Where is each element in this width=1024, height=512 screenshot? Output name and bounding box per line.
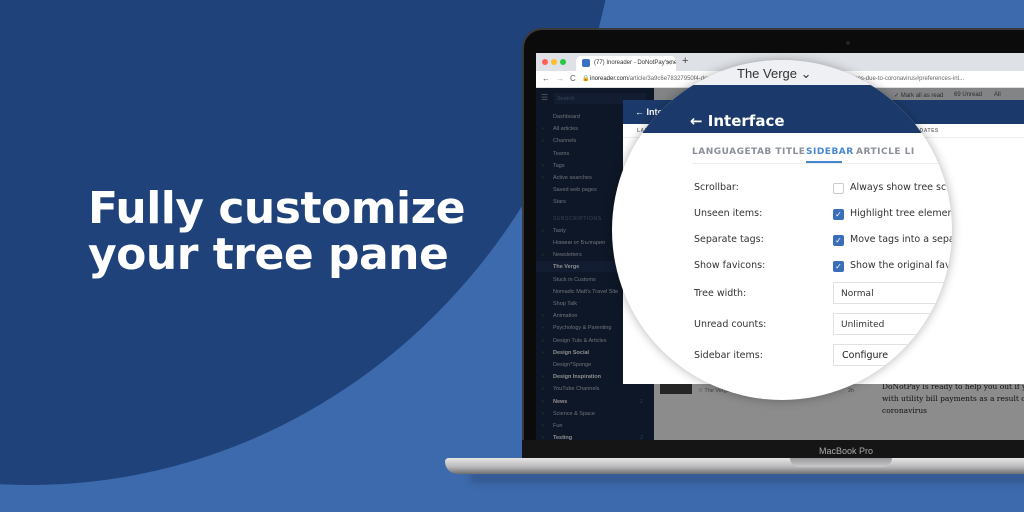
tab-sidebar[interactable]: SIDEBAR: [806, 147, 854, 157]
setting-label: Tree width:: [694, 288, 747, 299]
forward-button[interactable]: →: [556, 74, 564, 83]
maximize-window-button[interactable]: [560, 59, 566, 65]
magnifier-lens: The Verge ⌄ ← Interface LANGUAGE TAB TITL…: [612, 60, 952, 400]
setting-checkbox[interactable]: ✓: [833, 209, 844, 220]
laptop-base: [445, 458, 1024, 474]
configure-button[interactable]: Configure: [833, 344, 952, 366]
tabs-divider: [692, 163, 952, 164]
setting-select[interactable]: Unlimited: [833, 313, 952, 335]
back-button[interactable]: ←: [542, 74, 550, 83]
tab-language[interactable]: LANGUAGE: [692, 147, 751, 157]
checkbox-description[interactable]: Move tags into a separate section: [850, 234, 952, 245]
hero-headline: Fully customize your tree pane: [88, 183, 466, 280]
interface-title[interactable]: ← Interface: [690, 112, 785, 130]
laptop-notch: [790, 458, 892, 467]
screen-bezel: [522, 440, 1024, 458]
checkbox-description[interactable]: Show the original favicons: [850, 260, 952, 271]
active-tab-indicator: [806, 161, 842, 163]
setting-label: Unseen items:: [694, 208, 763, 219]
device-label: MacBook Pro: [818, 446, 874, 456]
magnified-feed-title: The Verge ⌄: [737, 66, 812, 81]
setting-label: Sidebar items:: [694, 350, 763, 361]
tab-tab-title[interactable]: TAB TITLE: [751, 147, 805, 157]
setting-checkbox[interactable]: ✓: [833, 261, 844, 272]
setting-label: Show favicons:: [694, 260, 766, 271]
magnified-toolbar: The Verge ⌄: [612, 60, 952, 85]
setting-checkbox[interactable]: [833, 183, 844, 194]
checkbox-description[interactable]: Always show tree scrollbar: [850, 182, 952, 193]
setting-label: Scrollbar:: [694, 182, 739, 193]
tab-article-li[interactable]: ARTICLE LI: [856, 147, 915, 157]
hero-line-1: Fully customize: [88, 183, 466, 234]
reload-button[interactable]: C: [570, 74, 576, 83]
checkbox-description[interactable]: Highlight tree elements: [850, 208, 952, 219]
lock-icon: 🔒: [582, 76, 590, 82]
setting-select[interactable]: Normal: [833, 282, 952, 304]
laptop-shadow: [470, 474, 1024, 482]
camera-icon: [846, 41, 850, 45]
inoreader-favicon-icon: [582, 59, 590, 67]
setting-label: Unread counts:: [694, 319, 767, 330]
minimize-window-button[interactable]: [551, 59, 557, 65]
setting-label: Separate tags:: [694, 234, 764, 245]
hero-line-2: your tree pane: [88, 229, 449, 280]
setting-checkbox[interactable]: ✓: [833, 235, 844, 246]
close-window-button[interactable]: [542, 59, 548, 65]
